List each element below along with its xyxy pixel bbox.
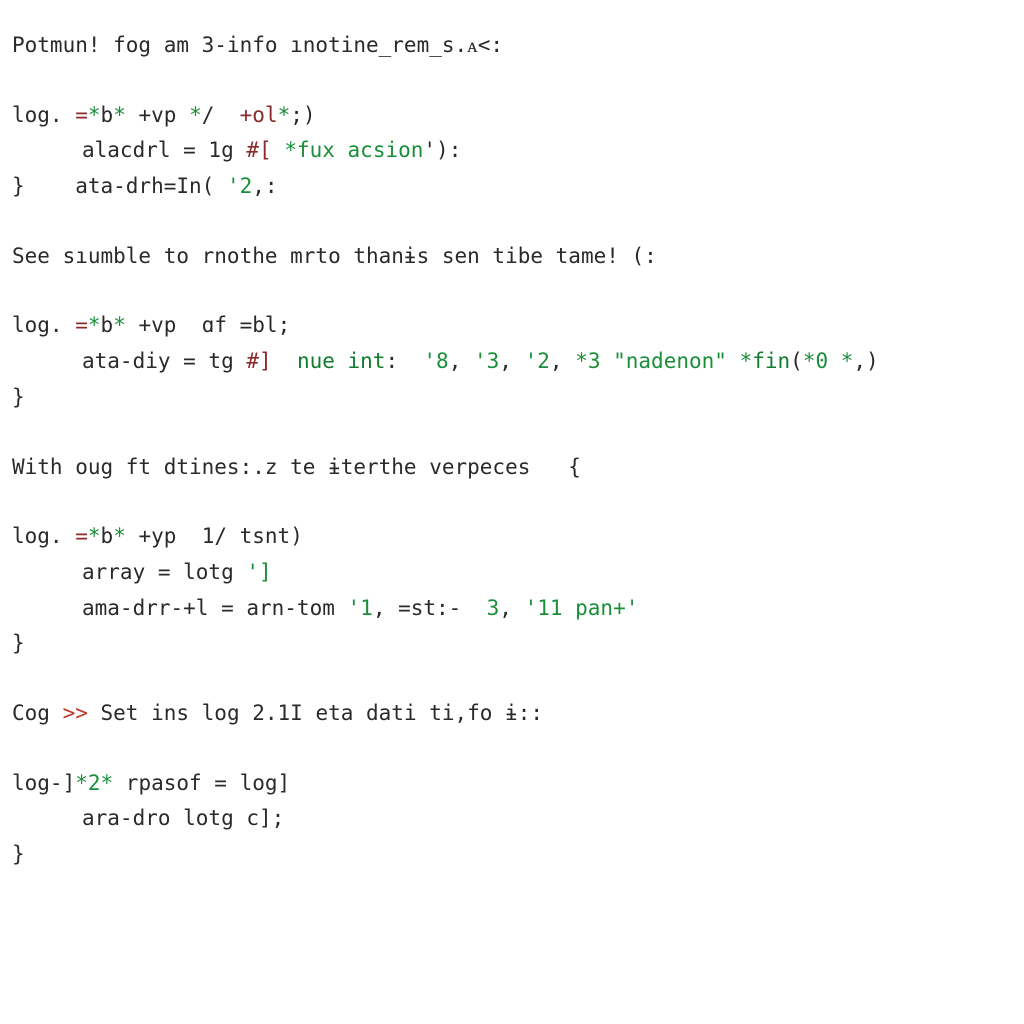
code-token: ( <box>790 349 803 373</box>
code-token: +yp <box>138 524 201 548</box>
code-token: =st:- <box>398 596 474 620</box>
prose-line: With oug ft dtines:.z te ɨterthe verpece… <box>12 450 1012 486</box>
code-token: nue int <box>297 349 386 373</box>
code-document: Potmun! fog am 3-info ınotine_rem_s.ᴀ<:l… <box>12 28 1012 873</box>
code-token: } <box>12 174 75 198</box>
code-token: ata-diy = tg <box>82 349 246 373</box>
code-token: '11 pan+' <box>525 596 639 620</box>
code-token: fux acsion <box>297 138 423 162</box>
code-token: , <box>499 349 524 373</box>
code-token: = <box>75 103 88 127</box>
code-token: * <box>727 349 752 373</box>
code-token: >> <box>63 701 101 725</box>
code-token: #] <box>246 349 297 373</box>
code-token: '2 <box>525 349 550 373</box>
code-token: : <box>385 349 423 373</box>
code-token: * <box>113 524 138 548</box>
prose-line: Cog >> Set ins log 2.1I eta dati ti,fo ɨ… <box>12 696 1012 732</box>
code-token: ara-dro lotg c]; <box>82 806 284 830</box>
code-token: / <box>202 103 240 127</box>
code-token: * <box>278 103 291 127</box>
code-token: '] <box>246 560 271 584</box>
code-token: b <box>101 313 114 337</box>
code-line: ara-dro lotg c]; <box>12 801 1012 837</box>
code-token: ,: <box>252 174 277 198</box>
prose-text: Potmun! fog am 3-info ınotine_rem_s.ᴀ<: <box>12 33 503 57</box>
code-token: Set ins log 2.1I eta dati ti,fo ɨ:: <box>101 701 544 725</box>
code-token: * <box>284 138 297 162</box>
code-line: ata-diy = tg #] nue int: '8, '3, '2, *3 … <box>12 344 1012 380</box>
code-block: With oug ft dtines:.z te ɨterthe verpece… <box>12 450 1012 662</box>
code-token: , <box>550 349 575 373</box>
code-token: *0 * <box>803 349 854 373</box>
code-token: , <box>499 596 524 620</box>
prose-line: Potmun! fog am 3-info ınotine_rem_s.ᴀ<: <box>12 28 1012 64</box>
code-token: "nadenon" <box>613 349 727 373</box>
code-token: *3 <box>575 349 613 373</box>
code-line: log. =*b* +vp ɑf =bl; <box>12 308 1012 344</box>
code-token: = <box>75 524 88 548</box>
code-token: +vp <box>138 103 189 127</box>
code-token: =bl; <box>240 313 291 337</box>
code-token: , <box>449 349 474 373</box>
code-token: *2* <box>75 771 113 795</box>
code-token: * <box>189 103 202 127</box>
code-token: log-] <box>12 771 75 795</box>
code-token: alacdrl = 1g <box>82 138 246 162</box>
code-token: ;) <box>290 103 315 127</box>
code-token: #[ <box>246 138 284 162</box>
code-token: b <box>101 103 114 127</box>
code-line: } <box>12 380 1012 416</box>
code-token: * <box>113 313 138 337</box>
code-token: = <box>75 313 88 337</box>
code-token: * <box>88 103 101 127</box>
code-token: fin <box>752 349 790 373</box>
code-token: +vp <box>138 313 201 337</box>
code-token: , <box>373 596 398 620</box>
code-token: } <box>12 631 25 655</box>
code-line: log. =*b* +vp */ +ol*;) <box>12 98 1012 134</box>
code-token: '8 <box>423 349 448 373</box>
code-token: * <box>88 524 101 548</box>
code-line: log. =*b* +yp 1/ tsnt) <box>12 519 1012 555</box>
code-token: b <box>101 524 114 548</box>
code-token: array = lotg <box>82 560 246 584</box>
prose-text: See sıumble to rnothe mrto thanɨs sen ti… <box>12 244 657 268</box>
code-token: ɑf <box>202 313 240 337</box>
code-token: log. <box>12 313 75 337</box>
prose-line: See sıumble to rnothe mrto thanɨs sen ti… <box>12 239 1012 275</box>
code-token: ama-drr-+l = arn-tom <box>82 596 348 620</box>
code-token: ata-drh=In( <box>75 174 227 198</box>
code-block: Potmun! fog am 3-info ınotine_rem_s.ᴀ<:l… <box>12 28 1012 205</box>
code-token: 1/ tsnt) <box>202 524 303 548</box>
code-token: } <box>12 842 25 866</box>
code-token: log. <box>12 103 75 127</box>
code-line: } <box>12 837 1012 873</box>
code-token: '1 <box>348 596 373 620</box>
code-token: '): <box>423 138 461 162</box>
code-token: * <box>88 313 101 337</box>
code-token: * <box>113 103 138 127</box>
code-line: } ata-drh=In( '2,: <box>12 169 1012 205</box>
code-token: +ol <box>240 103 278 127</box>
code-token: 3 <box>474 596 499 620</box>
code-token: log. <box>12 524 75 548</box>
code-line: log-]*2* rpasof = log] <box>12 766 1012 802</box>
code-block: Cog >> Set ins log 2.1I eta dati ti,fo ɨ… <box>12 696 1012 873</box>
code-token: } <box>12 385 25 409</box>
code-token: '3 <box>474 349 499 373</box>
code-token: ,) <box>853 349 878 373</box>
code-block: See sıumble to rnothe mrto thanɨs sen ti… <box>12 239 1012 416</box>
code-line: } <box>12 626 1012 662</box>
code-token: '2 <box>227 174 252 198</box>
code-token: rpasof = log] <box>113 771 290 795</box>
prose-text: With oug ft dtines:.z te ɨterthe verpece… <box>12 455 581 479</box>
code-line: array = lotg '] <box>12 555 1012 591</box>
code-line: alacdrl = 1g #[ *fux acsion'): <box>12 133 1012 169</box>
code-line: ama-drr-+l = arn-tom '1, =st:- 3, '11 pa… <box>12 591 1012 627</box>
code-token: Cog <box>12 701 63 725</box>
